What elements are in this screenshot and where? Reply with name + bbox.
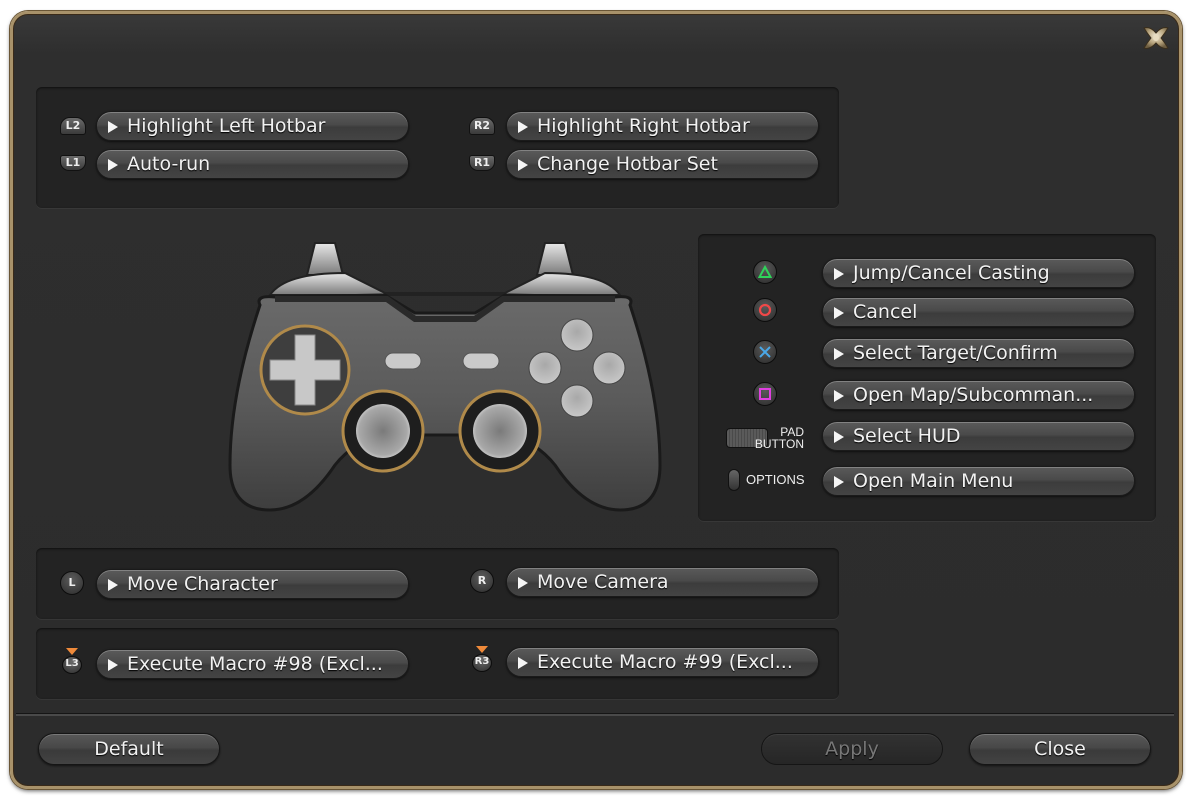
default-button[interactable]: Default bbox=[38, 733, 220, 765]
pad-button-label: PAD BUTTON bbox=[752, 426, 804, 450]
action-label: Open Map/Subcomman... bbox=[853, 384, 1094, 406]
play-arrow-icon bbox=[518, 657, 528, 669]
press-arrow-icon bbox=[476, 646, 488, 653]
pad-label-line2: BUTTON bbox=[754, 437, 804, 451]
square-button-icon bbox=[753, 382, 777, 406]
cross-button-icon bbox=[753, 340, 777, 364]
options-label: OPTIONS bbox=[746, 472, 805, 487]
left-stick-action-button[interactable]: Move Character bbox=[96, 569, 409, 599]
play-arrow-icon bbox=[518, 577, 528, 589]
r1-bumper-icon: R1 bbox=[469, 155, 495, 171]
action-label: Highlight Right Hotbar bbox=[537, 115, 750, 137]
play-arrow-icon bbox=[834, 268, 844, 280]
triangle-action-button[interactable]: Jump/Cancel Casting bbox=[822, 258, 1135, 288]
l3-label: L3 bbox=[62, 656, 82, 674]
action-label: Execute Macro #99 (Excl... bbox=[537, 651, 793, 673]
r3-press-icon: R3 bbox=[470, 646, 494, 674]
play-arrow-icon bbox=[108, 159, 118, 171]
action-label: Open Main Menu bbox=[853, 470, 1014, 492]
close-button[interactable]: Close bbox=[969, 733, 1151, 765]
l2-trigger-icon: L2 bbox=[60, 117, 86, 135]
options-button-icon bbox=[728, 469, 740, 491]
play-arrow-icon bbox=[518, 121, 528, 133]
right-stick-action-button[interactable]: Move Camera bbox=[506, 567, 819, 597]
press-arrow-icon bbox=[66, 648, 78, 655]
action-label: Cancel bbox=[853, 301, 918, 323]
triangle-button-icon bbox=[753, 260, 777, 284]
l3-action-button[interactable]: Execute Macro #98 (Excl... bbox=[96, 649, 409, 679]
gamepad-icon bbox=[228, 242, 662, 512]
action-label: Highlight Left Hotbar bbox=[127, 115, 326, 137]
circle-action-button[interactable]: Cancel bbox=[822, 297, 1135, 327]
action-label: Move Character bbox=[127, 573, 278, 595]
right-stick-icon: R bbox=[470, 569, 494, 593]
action-label: Auto-run bbox=[127, 153, 211, 175]
circle-button-icon bbox=[753, 298, 777, 322]
cross-action-button[interactable]: Select Target/Confirm bbox=[822, 338, 1135, 368]
r1-action-button[interactable]: Change Hotbar Set bbox=[506, 149, 819, 179]
apply-button[interactable]: Apply bbox=[761, 733, 943, 765]
play-arrow-icon bbox=[518, 159, 528, 171]
action-label: Select HUD bbox=[853, 425, 961, 447]
action-label: Change Hotbar Set bbox=[537, 153, 718, 175]
r2-action-button[interactable]: Highlight Right Hotbar bbox=[506, 111, 819, 141]
action-label: Move Camera bbox=[537, 571, 669, 593]
r2-trigger-icon: R2 bbox=[469, 117, 495, 135]
options-action-button[interactable]: Open Main Menu bbox=[822, 466, 1135, 496]
play-arrow-icon bbox=[108, 579, 118, 591]
play-arrow-icon bbox=[834, 476, 844, 488]
l1-bumper-icon: L1 bbox=[60, 155, 86, 171]
play-arrow-icon bbox=[834, 348, 844, 360]
shoulder-buttons-panel bbox=[36, 87, 839, 208]
play-arrow-icon bbox=[834, 431, 844, 443]
l2-action-button[interactable]: Highlight Left Hotbar bbox=[96, 111, 409, 141]
play-arrow-icon bbox=[834, 307, 844, 319]
play-arrow-icon bbox=[108, 659, 118, 671]
action-label: Select Target/Confirm bbox=[853, 342, 1058, 364]
play-arrow-icon bbox=[834, 390, 844, 402]
left-stick-icon: L bbox=[60, 571, 84, 595]
r3-label: R3 bbox=[472, 654, 492, 672]
action-label: Jump/Cancel Casting bbox=[853, 262, 1050, 284]
pad-button-action-button[interactable]: Select HUD bbox=[822, 421, 1135, 451]
footer-divider bbox=[16, 713, 1174, 716]
l3-press-icon: L3 bbox=[60, 648, 84, 676]
r3-action-button[interactable]: Execute Macro #99 (Excl... bbox=[506, 647, 819, 677]
square-action-button[interactable]: Open Map/Subcomman... bbox=[822, 380, 1135, 410]
play-arrow-icon bbox=[108, 121, 118, 133]
action-label: Execute Macro #98 (Excl... bbox=[127, 653, 383, 675]
l1-action-button[interactable]: Auto-run bbox=[96, 149, 409, 179]
ornate-close-x-icon[interactable] bbox=[1140, 22, 1172, 54]
